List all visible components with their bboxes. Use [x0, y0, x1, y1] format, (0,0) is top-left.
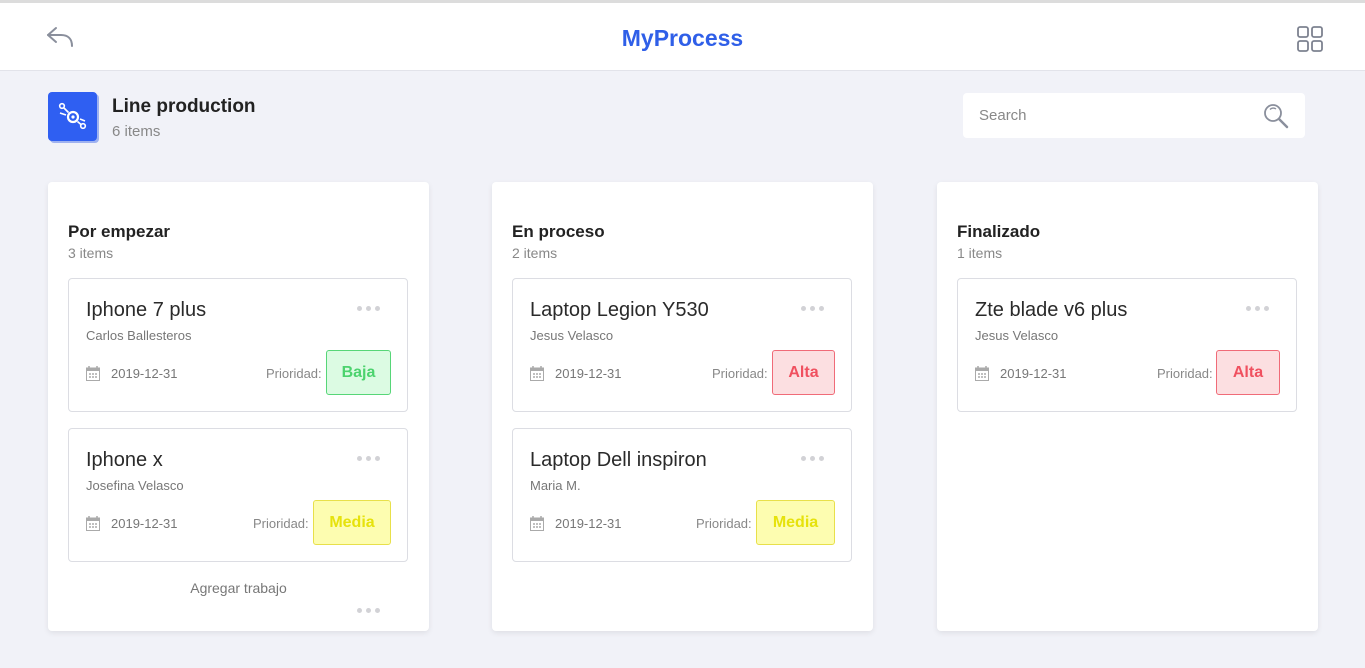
priority-label: Prioridad: [1157, 366, 1213, 381]
calendar-icon [86, 516, 100, 531]
card-owner: Jesus Velasco [975, 328, 1059, 343]
column-item-count: 2 items [512, 245, 558, 261]
card-owner: Jesus Velasco [530, 328, 614, 343]
column-item-count: 1 items [957, 245, 1003, 261]
priority-label: Prioridad: [696, 516, 752, 531]
column-title: Por empezar [68, 222, 171, 241]
card-due-date: 2019-12-31 [111, 366, 178, 381]
column-item-count: 3 items [68, 245, 114, 261]
task-card[interactable]: Zte blade v6 plus Jesus Velasco 2019-12-… [957, 278, 1297, 412]
board-icon-tile [48, 92, 97, 141]
more-options-icon[interactable] [1244, 301, 1272, 315]
task-card[interactable]: Laptop Legion Y530 Jesus Velasco 2019-12… [512, 278, 852, 412]
apps-menu-button[interactable] [1297, 26, 1323, 52]
more-options-icon[interactable] [355, 606, 383, 614]
process-gear-icon [58, 102, 87, 130]
top-bar: MyProcess [0, 0, 1365, 71]
app-title: MyProcess [621, 25, 744, 51]
card-due-date: 2019-12-31 [555, 516, 622, 531]
search-icon [1264, 104, 1289, 129]
priority-label: Prioridad: [712, 366, 768, 381]
calendar-icon [530, 366, 544, 381]
calendar-icon [86, 366, 100, 381]
priority-badge: Alta [772, 350, 835, 395]
card-title: Laptop Dell inspiron [530, 449, 707, 471]
priority-badge: Baja [326, 350, 391, 395]
more-options-icon[interactable] [799, 301, 827, 315]
column-en-proceso: En proceso 2 items Laptop Legion Y530 Je… [492, 182, 873, 631]
card-title: Iphone x [86, 449, 163, 471]
card-owner: Maria M. [530, 478, 581, 493]
calendar-icon [530, 516, 544, 531]
card-owner: Josefina Velasco [86, 478, 184, 493]
priority-badge: Alta [1216, 350, 1280, 395]
card-owner: Carlos Ballesteros [86, 328, 192, 343]
card-title: Iphone 7 plus [86, 299, 207, 321]
board-title: Line production [112, 96, 256, 117]
search-input[interactable] [963, 93, 1253, 138]
board-item-count: 6 items [112, 123, 161, 140]
column-finalizado: Finalizado 1 items Zte blade v6 plus Jes… [937, 182, 1318, 631]
card-title: Laptop Legion Y530 [530, 299, 709, 321]
priority-label: Prioridad: [253, 516, 309, 531]
priority-badge: Media [313, 500, 391, 545]
search-button[interactable] [1263, 103, 1289, 129]
add-work-button[interactable]: Agregar trabajo [48, 580, 429, 596]
card-due-date: 2019-12-31 [1000, 366, 1067, 381]
column-title: En proceso [512, 222, 605, 241]
more-options-icon[interactable] [355, 301, 383, 315]
priority-label: Prioridad: [266, 366, 322, 381]
calendar-icon [975, 366, 989, 381]
card-due-date: 2019-12-31 [555, 366, 622, 381]
task-card[interactable]: Iphone x Josefina Velasco 2019-12-31 Pri… [68, 428, 408, 562]
search-box [963, 93, 1305, 138]
card-due-date: 2019-12-31 [111, 516, 178, 531]
more-options-icon[interactable] [799, 451, 827, 465]
more-options-icon[interactable] [355, 451, 383, 465]
task-card[interactable]: Iphone 7 plus Carlos Ballesteros 2019-12… [68, 278, 408, 412]
column-title: Finalizado [957, 222, 1041, 241]
grid-icon [1297, 26, 1323, 52]
column-por-empezar: Por empezar 3 items Iphone 7 plus Carlos… [48, 182, 429, 631]
priority-badge: Media [756, 500, 835, 545]
task-card[interactable]: Laptop Dell inspiron Maria M. 2019-12-31… [512, 428, 852, 562]
card-title: Zte blade v6 plus [975, 299, 1128, 321]
